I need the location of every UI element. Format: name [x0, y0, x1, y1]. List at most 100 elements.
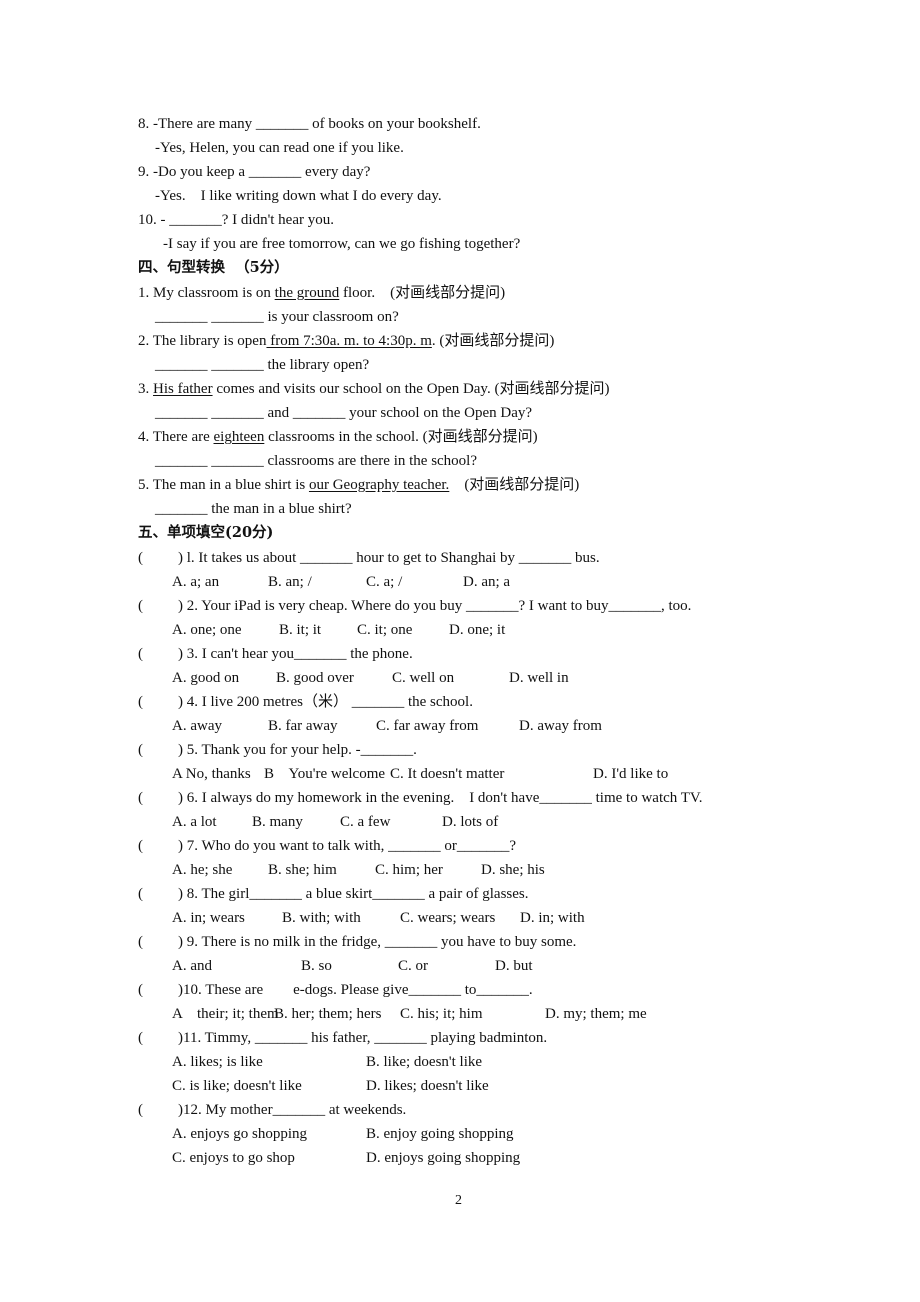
option-a: A. a; an [172, 574, 220, 590]
option-d: D. away from [519, 718, 602, 734]
option-d: D. well in [509, 670, 569, 686]
mcq-question-5: () 5. Thank you for your help. -_______. [138, 741, 417, 759]
question-9-reply: -Yes. I like writing down what I do ever… [155, 188, 442, 204]
answer-blank[interactable]: ( [138, 741, 178, 759]
option-a: A. away [172, 718, 222, 734]
option-d: D. lots of [442, 814, 499, 830]
mcq-question-6: () 6. I always do my homework in the eve… [138, 789, 703, 807]
transform-item-4-pre: 4. There are [138, 429, 214, 445]
section-5-heading: 五、单项填空(20分) [138, 524, 274, 541]
option-b: B. with; with [282, 910, 361, 926]
mcq-question-4: () 4. I live 200 metres（米） _______ the s… [138, 693, 473, 711]
question-stem: ) 5. Thank you for your help. -_______. [178, 742, 417, 758]
mcq-question-7: () 7. Who do you want to talk with, ____… [138, 837, 516, 855]
mcq-question-8: () 8. The girl_______ a blue skirt______… [138, 885, 529, 903]
answer-blank[interactable]: ( [138, 885, 178, 903]
transform-item-1-answer: _______ _______ is your classroom on? [155, 309, 399, 325]
page-number: 2 [455, 1193, 462, 1208]
answer-blank[interactable]: ( [138, 597, 178, 615]
transform-item-2-underlined: from 7:30a. m. to 4:30p. m [266, 333, 432, 349]
option-c: C. wears; wears [400, 910, 496, 926]
question-stem: ) 6. I always do my homework in the even… [178, 790, 703, 806]
answer-blank[interactable]: ( [138, 549, 178, 567]
transform-item-2-pre: 2. The library is open [138, 333, 267, 349]
question-10-reply: -I say if you are free tomorrow, can we … [163, 236, 521, 252]
option-b: B. she; him [268, 862, 337, 878]
question-9-prompt: 9. -Do you keep a _______ every day? [138, 164, 371, 180]
option-c: C. a few [340, 814, 391, 830]
option-b: B. good over [276, 670, 354, 686]
option-d: D. I'd like to [593, 766, 669, 782]
mcq-question-12: ()12. My mother_______ at weekends. [138, 1101, 406, 1119]
transform-item-1: 1. My classroom is on the ground floor. … [138, 284, 505, 302]
answer-blank[interactable]: ( [138, 837, 178, 855]
option-c: C. well on [392, 670, 455, 686]
question-stem: )11. Timmy, _______ his father, _______ … [178, 1030, 548, 1046]
option-a: A. and [172, 958, 212, 974]
option-b: B. an; / [268, 574, 312, 590]
transform-item-2-post: . (对画线部分提问) [431, 333, 555, 349]
mcq-question-3: () 3. I can't hear you_______ the phone. [138, 645, 413, 663]
transform-item-5-pre: 5. The man in a blue shirt is [138, 477, 309, 493]
option-c: C. far away from [376, 718, 479, 734]
transform-item-5-post: (对画线部分提问) [449, 477, 580, 493]
option-d: D. my; them; me [545, 1006, 647, 1022]
question-stem: ) 4. I live 200 metres（米） _______ the sc… [178, 694, 473, 710]
question-stem: )12. My mother_______ at weekends. [178, 1102, 407, 1118]
section-4-heading: 四、句型转换 （5分） [138, 259, 289, 276]
answer-blank[interactable]: ( [138, 693, 178, 711]
option-a: A. a lot [172, 814, 217, 830]
answer-blank[interactable]: ( [138, 1101, 178, 1119]
transform-item-3: 3. His father comes and visits our schoo… [138, 380, 609, 398]
option-a: A. one; one [172, 622, 242, 638]
transform-item-4-underlined: eighteen [213, 429, 265, 445]
question-stem: ) 8. The girl_______ a blue skirt_______… [178, 886, 529, 902]
option-d: D. but [495, 958, 533, 974]
transform-item-5-underlined: our Geography teacher. [308, 477, 450, 493]
question-stem: ) 2. Your iPad is very cheap. Where do y… [178, 598, 692, 614]
option-b: B. so [301, 958, 332, 974]
mcq-question-9: () 9. There is no milk in the fridge, __… [138, 933, 576, 951]
option-b: B. like; doesn't like [366, 1054, 483, 1070]
option-d: D. in; with [520, 910, 585, 926]
option-c: C. him; her [375, 862, 443, 878]
answer-blank[interactable]: ( [138, 933, 178, 951]
question-10-prompt: 10. - _______? I didn't hear you. [138, 212, 334, 228]
option-d: D. enjoys going shopping [366, 1150, 521, 1166]
question-stem: ) 7. Who do you want to talk with, _____… [178, 838, 517, 854]
answer-blank[interactable]: ( [138, 981, 178, 999]
answer-blank[interactable]: ( [138, 789, 178, 807]
option-c: C. enjoys to go shop [172, 1150, 295, 1166]
question-8-prompt: 8. -There are many _______ of books on y… [138, 116, 481, 132]
answer-blank[interactable]: ( [138, 1029, 178, 1047]
option-d: D. she; his [481, 862, 545, 878]
option-c: C. It doesn't matter [390, 766, 505, 782]
option-b: B. it; it [279, 622, 322, 638]
transform-item-4-answer: _______ _______ classrooms are there in … [155, 453, 478, 469]
question-stem: ) 3. I can't hear you_______ the phone. [178, 646, 413, 662]
transform-item-1-post: floor. (对画线部分提问) [339, 285, 506, 301]
transform-item-3-post: comes and visits our school on the Open … [212, 381, 610, 397]
option-a: A. he; she [172, 862, 233, 878]
question-stem: )10. These are e-dogs. Please give______… [178, 982, 533, 998]
option-a: A. in; wears [172, 910, 245, 926]
answer-blank[interactable]: ( [138, 645, 178, 663]
transform-item-3-answer: _______ _______ and _______ your school … [155, 405, 533, 421]
transform-item-5-answer: _______ the man in a blue shirt? [155, 501, 352, 517]
option-c: C. or [398, 958, 428, 974]
option-b: B You're welcome [264, 766, 386, 782]
option-a: A. good on [172, 670, 240, 686]
transform-item-4: 4. There are eighteen classrooms in the … [138, 428, 538, 446]
mcq-question-10: ()10. These are e-dogs. Please give_____… [138, 981, 533, 999]
transform-item-3-underlined: His father [153, 381, 213, 397]
transform-item-1-underlined: the ground [274, 285, 340, 301]
option-b: B. far away [268, 718, 338, 734]
transform-item-3-pre: 3. [138, 381, 153, 397]
mcq-question-2: () 2. Your iPad is very cheap. Where do … [138, 597, 691, 615]
option-a: A No, thanks [172, 766, 251, 782]
transform-item-5: 5. The man in a blue shirt is our Geogra… [138, 476, 579, 494]
option-b: B. her; them; hers [274, 1006, 382, 1022]
transform-item-2-answer: _______ _______ the library open? [155, 357, 370, 373]
option-b: B. enjoy going shopping [366, 1126, 514, 1142]
transform-item-4-post: classrooms in the school. (对画线部分提问) [264, 429, 538, 445]
